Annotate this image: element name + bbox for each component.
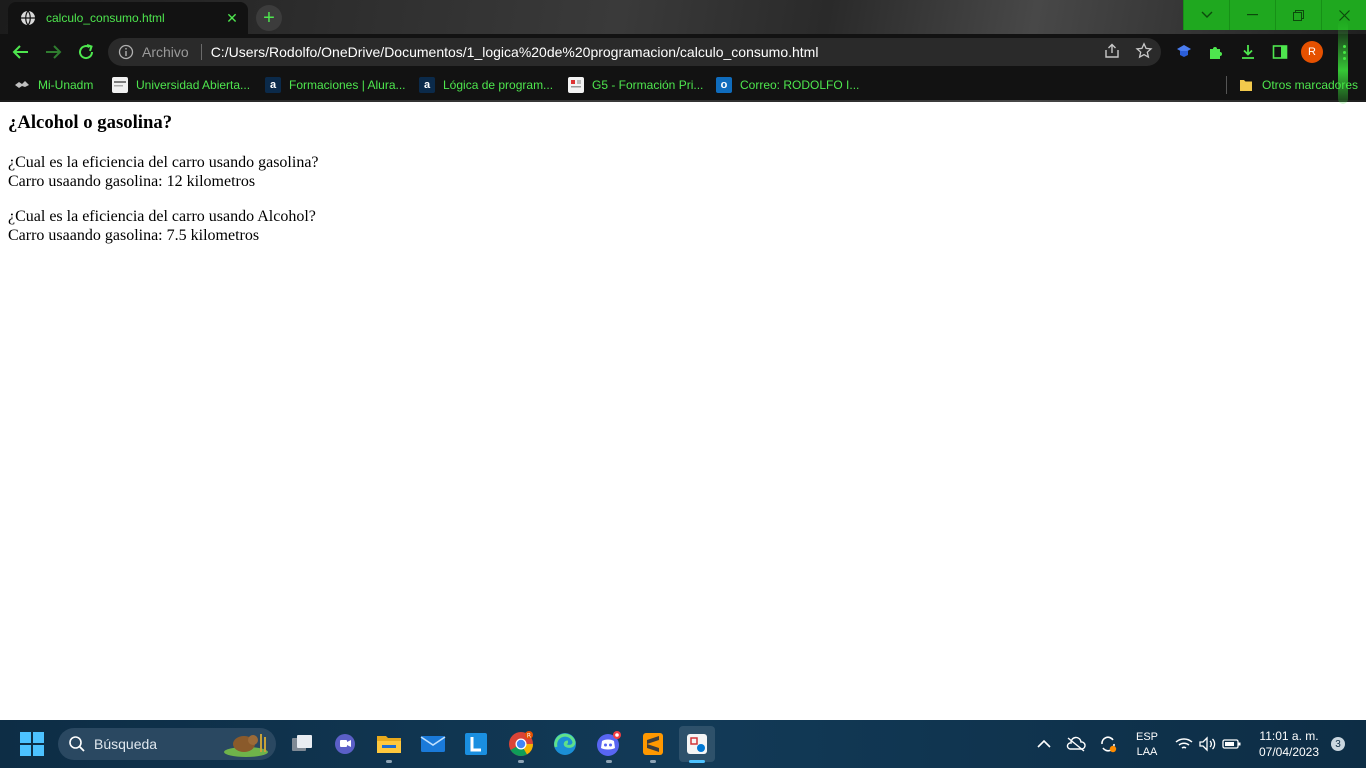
- task-view-icon[interactable]: [288, 730, 316, 758]
- forward-button[interactable]: [42, 41, 64, 63]
- bookmark-label: Correo: RODOLFO I...: [740, 78, 860, 92]
- address-bar[interactable]: Archivo C:/Users/Rodolfo/OneDrive/Docume…: [108, 38, 1161, 66]
- browser-chrome: calculo_consumo.html ✕ + Archivo C:/User…: [0, 0, 1366, 104]
- document-icon: [568, 77, 584, 93]
- tab-active[interactable]: calculo_consumo.html ✕: [8, 2, 248, 34]
- globe-icon: [20, 10, 36, 26]
- page-content: ¿Alcohol o gasolina? ¿Cual es la eficien…: [8, 102, 1358, 262]
- arrow-right-icon: [46, 45, 62, 59]
- alura-icon: a: [265, 77, 281, 93]
- svg-text:R: R: [527, 733, 531, 740]
- language-indicator[interactable]: ESP LAA: [1134, 730, 1160, 760]
- discord-icon[interactable]: [595, 730, 623, 758]
- bookmark-item[interactable]: Mi-Unadm: [14, 75, 93, 95]
- download-icon[interactable]: [1237, 41, 1259, 63]
- alura-icon: a: [419, 77, 435, 93]
- search-placeholder: Búsqueda: [94, 736, 158, 752]
- browser-toolbar: Archivo C:/Users/Rodolfo/OneDrive/Docume…: [0, 34, 1366, 70]
- file-explorer-icon[interactable]: [375, 730, 403, 758]
- url-text[interactable]: C:/Users/Rodolfo/OneDrive/Documentos/1_l…: [211, 44, 819, 60]
- clock[interactable]: 11:01 a. m. 07/04/2023: [1252, 728, 1326, 760]
- share-icon[interactable]: [1103, 42, 1121, 60]
- keyboard-layout: LAA: [1136, 746, 1158, 758]
- chevron-up-icon[interactable]: [1034, 734, 1054, 754]
- running-indicator: [689, 760, 705, 763]
- question-text: ¿Cual es la eficiencia del carro usando …: [8, 154, 319, 171]
- tab-title: calculo_consumo.html: [46, 11, 165, 25]
- minimize-button[interactable]: [1229, 0, 1275, 30]
- chrome-icon[interactable]: R: [507, 730, 535, 758]
- result-text: Carro usaando gasolina: 12 kilometros: [8, 172, 256, 190]
- address-divider: [200, 44, 202, 60]
- outlook-icon: o: [716, 77, 732, 93]
- battery-icon[interactable]: [1222, 734, 1242, 754]
- cloud-off-icon[interactable]: [1066, 734, 1086, 754]
- tab-strip: calculo_consumo.html ✕ +: [0, 0, 1366, 34]
- wifi-icon[interactable]: [1174, 734, 1194, 754]
- bookmarks-bar: Mi-Unadm Universidad Abierta... a Formac…: [0, 70, 1366, 100]
- start-button[interactable]: [20, 732, 44, 756]
- running-indicator: [606, 760, 612, 763]
- notification-badge[interactable]: 3: [1331, 737, 1345, 751]
- clock-time: 11:01 a. m.: [1259, 729, 1319, 743]
- minimize-icon: [1247, 14, 1258, 16]
- taskbar-search[interactable]: Búsqueda: [58, 728, 276, 760]
- result-block: ¿Cual es la eficiencia del carro usando …: [8, 208, 1358, 245]
- puzzle-icon[interactable]: [1205, 41, 1227, 63]
- new-tab-button[interactable]: +: [256, 5, 282, 31]
- info-icon[interactable]: [118, 44, 134, 60]
- mail-icon[interactable]: [419, 730, 447, 758]
- bookmark-label: Lógica de program...: [443, 78, 554, 92]
- search-icon: [69, 736, 85, 752]
- unadm-icon: [14, 77, 30, 93]
- taskbar: Búsqueda R ESP LAA 11:01 a. m. 07/04/202…: [0, 720, 1366, 768]
- teams-chat-icon[interactable]: [331, 730, 359, 758]
- bookmark-item[interactable]: Universidad Abierta...: [112, 75, 250, 95]
- result-block: ¿Cual es la eficiencia del carro usando …: [8, 154, 1358, 191]
- bookmark-label: G5 - Formación Pri...: [592, 78, 704, 92]
- folder-icon: [1238, 77, 1254, 93]
- back-button[interactable]: [10, 41, 32, 63]
- unadm-page-icon: [112, 77, 128, 93]
- arrow-left-icon: [12, 45, 28, 59]
- sync-icon[interactable]: [1098, 734, 1118, 754]
- close-tab-icon[interactable]: ✕: [222, 8, 242, 28]
- l-app-icon[interactable]: [462, 730, 490, 758]
- result-text: Carro usaando gasolina: 7.5 kilometros: [8, 226, 260, 244]
- sublime-text-icon[interactable]: [639, 730, 667, 758]
- running-indicator: [650, 760, 656, 763]
- language-code: ESP: [1135, 731, 1158, 743]
- bookmark-label: Formaciones | Alura...: [289, 78, 406, 92]
- restore-icon: [1293, 9, 1304, 21]
- bookmark-item[interactable]: G5 - Formación Pri...: [568, 75, 703, 95]
- question-text: ¿Cual es la eficiencia del carro usando …: [8, 208, 316, 225]
- bookmarks-divider: [1226, 76, 1227, 94]
- bookmark-label: Universidad Abierta...: [136, 78, 251, 92]
- volume-icon[interactable]: [1198, 734, 1218, 754]
- profile-avatar[interactable]: R: [1301, 41, 1323, 63]
- bookmark-item[interactable]: a Formaciones | Alura...: [265, 75, 406, 95]
- bookmark-item[interactable]: a Lógica de program...: [419, 75, 553, 95]
- reload-icon: [79, 44, 94, 60]
- reload-button[interactable]: [75, 41, 97, 63]
- side-panel-icon[interactable]: [1269, 41, 1291, 63]
- edge-icon[interactable]: [551, 730, 579, 758]
- chevron-down-icon: [1201, 11, 1212, 18]
- search-highlight-art: [224, 734, 268, 757]
- running-indicator: [518, 760, 524, 763]
- close-icon: [1339, 9, 1350, 21]
- running-indicator: [386, 760, 392, 763]
- address-bar-actions: [1103, 42, 1153, 60]
- extension-graduation-icon[interactable]: [1173, 41, 1195, 63]
- restore-button[interactable]: [1275, 0, 1321, 30]
- snipping-tool-icon[interactable]: [679, 726, 715, 762]
- star-icon[interactable]: [1135, 42, 1153, 60]
- theme-glow-decoration: [1338, 20, 1348, 104]
- bookmark-label: Mi-Unadm: [38, 78, 94, 92]
- tab-search-button[interactable]: [1183, 0, 1229, 30]
- clock-date: 07/04/2023: [1258, 745, 1320, 759]
- url-scheme-label: Archivo: [142, 44, 189, 60]
- page-heading: ¿Alcohol o gasolina?: [8, 112, 173, 133]
- bookmark-item[interactable]: o Correo: RODOLFO I...: [716, 75, 859, 95]
